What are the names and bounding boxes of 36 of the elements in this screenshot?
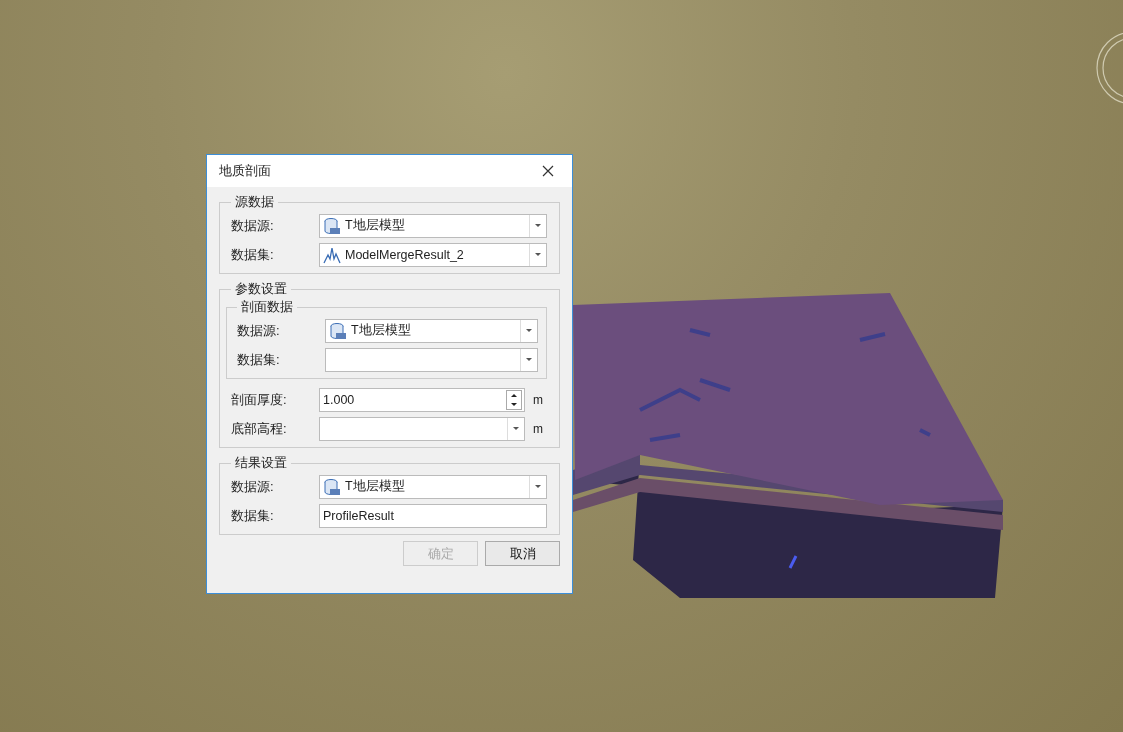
text-value: ProfileResult bbox=[322, 508, 395, 523]
dropdown-value: T地层模型 bbox=[345, 217, 406, 234]
dropdown-value: T地层模型 bbox=[351, 322, 412, 339]
dropdown-value: ModelMergeResult_2 bbox=[345, 247, 465, 262]
field-label: 数据集: bbox=[231, 245, 275, 264]
dropdown-field[interactable]: T地层模型 bbox=[319, 213, 547, 238]
number-field[interactable]: 1.000 bbox=[319, 387, 525, 412]
group-title: 结果设置 bbox=[234, 454, 288, 472]
database-icon bbox=[323, 477, 341, 496]
field-label: 剖面厚度: bbox=[231, 390, 288, 409]
field-label: 数据集: bbox=[237, 350, 281, 369]
field-label: 底部高程: bbox=[231, 419, 288, 438]
database-icon bbox=[329, 321, 347, 340]
dropdown-value: T地层模型 bbox=[345, 478, 406, 495]
field-label: 数据集: bbox=[231, 506, 275, 525]
field-label: 数据源: bbox=[237, 321, 281, 340]
field-label: 数据源: bbox=[231, 477, 275, 496]
unit-label: m bbox=[533, 392, 543, 407]
group-title: 参数设置 bbox=[234, 280, 288, 298]
dropdown-field[interactable]: ModelMergeResult_2 bbox=[319, 242, 547, 267]
field-label: 数据源: bbox=[231, 216, 275, 235]
database-icon bbox=[323, 216, 341, 235]
dialog-title: 地质剖面 bbox=[219, 162, 271, 180]
group-title: 源数据 bbox=[234, 193, 275, 211]
dropdown-field[interactable]: T地层模型 bbox=[319, 474, 547, 499]
dropdown-field[interactable] bbox=[325, 347, 538, 372]
peaks-icon bbox=[323, 245, 341, 264]
dialog-button[interactable]: 取消 bbox=[485, 541, 560, 566]
spin-arrows-icon[interactable] bbox=[506, 389, 522, 410]
unit-label: m bbox=[533, 421, 543, 436]
text-field[interactable]: ProfileResult bbox=[319, 503, 547, 528]
group-title: 剖面数据 bbox=[240, 298, 294, 316]
dropdown-field[interactable]: T地层模型 bbox=[325, 318, 538, 343]
number-value: 1.000 bbox=[322, 392, 356, 407]
dropdown-field[interactable] bbox=[319, 416, 525, 441]
close-icon[interactable] bbox=[542, 165, 554, 177]
